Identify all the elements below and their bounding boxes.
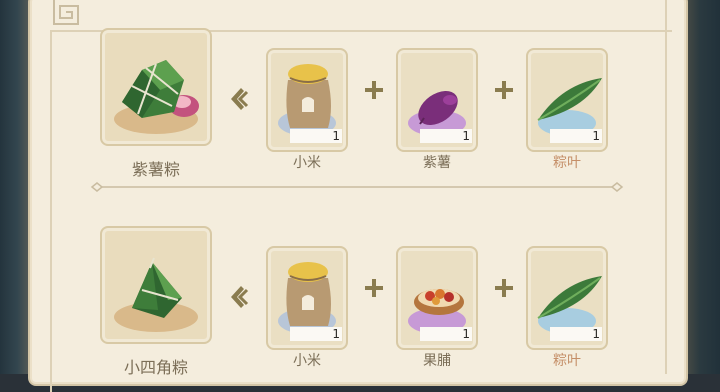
quantity: 1	[462, 129, 470, 143]
corner-fret-ornament	[53, 0, 79, 25]
ingredient-card[interactable]: 1	[266, 48, 348, 152]
ingredient-name: 紫薯	[423, 155, 451, 171]
quantity: 1	[332, 129, 340, 143]
purple-potato-zongzi-icon	[122, 60, 199, 118]
plus-icon	[495, 81, 513, 99]
plus-icon	[365, 81, 383, 99]
quantity: 1	[592, 129, 600, 143]
ingredient-name: 小米	[293, 155, 321, 171]
section-divider	[90, 182, 624, 192]
ingredient-name: 果脯	[423, 353, 451, 369]
panel-right-border	[665, 0, 667, 374]
result-name: 紫薯粽	[131, 160, 180, 179]
plus-icon	[365, 279, 383, 297]
ingredient-card[interactable]: 1	[396, 246, 478, 350]
result-name: 小四角粽	[123, 358, 188, 377]
ingredient-name: 粽叶	[553, 155, 581, 171]
chevron-left-icon	[231, 286, 249, 308]
ingredient-name: 小米	[293, 353, 321, 369]
ingredient-card[interactable]: 1	[266, 246, 348, 350]
chevron-left-icon	[231, 88, 249, 110]
plus-icon	[495, 279, 513, 297]
result-card[interactable]	[100, 28, 212, 146]
ingredient-card[interactable]: 1	[526, 48, 608, 152]
result-card[interactable]	[100, 226, 212, 344]
four-corner-zongzi-icon	[132, 257, 182, 318]
ingredient-card[interactable]: 1	[396, 48, 478, 152]
quantity: 1	[462, 327, 470, 341]
quantity: 1	[332, 327, 340, 341]
ingredient-name: 粽叶	[553, 353, 581, 369]
quantity: 1	[592, 327, 600, 341]
background-scenery-right	[686, 0, 720, 374]
ingredient-card[interactable]: 1	[526, 246, 608, 350]
